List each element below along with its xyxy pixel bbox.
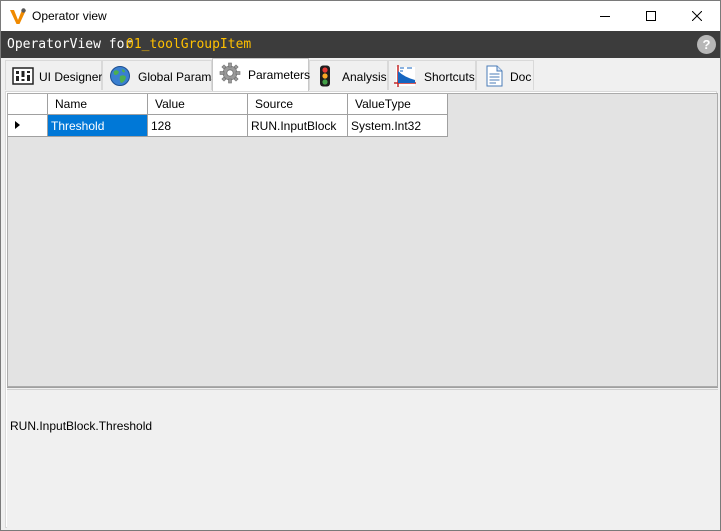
header-item-name: 01_toolGroupItem xyxy=(126,37,252,52)
close-icon xyxy=(692,11,702,21)
tab-label: Global Params xyxy=(138,70,218,84)
minimize-icon xyxy=(600,16,610,17)
cell-text: 128 xyxy=(151,119,172,133)
cell-text: RUN.InputBlock xyxy=(251,119,337,133)
maximize-button[interactable] xyxy=(628,1,674,31)
column-header-source[interactable]: Source xyxy=(248,94,348,115)
help-button[interactable]: ? xyxy=(697,35,716,54)
operator-view-window: Operator view OperatorView for 01_toolGr… xyxy=(0,0,721,531)
cell-name[interactable]: Threshold xyxy=(48,115,148,137)
row-header[interactable] xyxy=(8,115,48,137)
column-header-value[interactable]: Value xyxy=(148,94,248,115)
tab-ui-designer[interactable]: UI Designer xyxy=(5,60,102,90)
ui-designer-icon xyxy=(12,67,34,85)
tab-label: Shortcuts xyxy=(424,70,475,84)
tab-analysis[interactable]: Analysis xyxy=(309,60,388,90)
tab-label: UI Designer xyxy=(39,70,103,84)
parameter-path: RUN.InputBlock.Threshold xyxy=(10,419,153,433)
current-row-arrow-icon xyxy=(15,121,20,129)
parameters-grid[interactable]: Name Value Source ValueType Threshold 12… xyxy=(7,93,718,387)
column-header-name[interactable]: Name xyxy=(48,94,148,115)
grid-body[interactable]: Name Value Source ValueType Threshold 12… xyxy=(8,94,717,386)
column-header-valuetype[interactable]: ValueType xyxy=(348,94,448,115)
traffic-light-icon xyxy=(320,65,330,87)
cell-source[interactable]: RUN.InputBlock xyxy=(248,115,348,137)
tab-shortcuts[interactable]: Shortcuts xyxy=(388,60,476,90)
column-header-label: Name xyxy=(55,97,88,111)
parameters-panel: Name Value Source ValueType Threshold 12… xyxy=(5,91,718,528)
column-header-label: ValueType xyxy=(355,97,411,111)
help-icon: ? xyxy=(702,37,711,52)
column-header-label: Source xyxy=(255,97,294,111)
tab-label: Doc xyxy=(510,70,532,84)
detail-panel: RUN.InputBlock.Threshold xyxy=(7,390,718,528)
maximize-icon xyxy=(646,11,656,21)
document-icon xyxy=(486,65,503,87)
cell-text: System.Int32 xyxy=(351,119,422,133)
tab-label: Analysis xyxy=(342,70,387,84)
column-header-label: Value xyxy=(155,97,185,111)
tab-doc[interactable]: Doc xyxy=(476,60,534,90)
globe-icon xyxy=(110,66,130,86)
minimize-button[interactable] xyxy=(582,1,628,31)
operator-view-header: OperatorView for 01_toolGroupItem ? xyxy=(1,31,720,58)
cell-valuetype[interactable]: System.Int32 xyxy=(348,115,448,137)
grid-corner-header[interactable] xyxy=(8,94,48,115)
close-button[interactable] xyxy=(674,1,720,31)
cell-value[interactable]: 128 xyxy=(148,115,248,137)
app-logo-icon xyxy=(9,7,27,25)
tab-parameters[interactable]: Parameters xyxy=(212,58,311,91)
header-prefix: OperatorView for xyxy=(7,37,133,52)
title-bar[interactable]: Operator view xyxy=(1,1,720,31)
cell-text: Threshold xyxy=(51,119,105,133)
chart-icon xyxy=(394,65,416,87)
tab-strip: UI Designer Global Params Parameters Ana… xyxy=(1,58,720,91)
tab-label: Parameters xyxy=(248,68,311,82)
window-title: Operator view xyxy=(32,9,107,23)
tab-global-params[interactable]: Global Params xyxy=(102,60,217,90)
gear-icon xyxy=(219,62,241,84)
